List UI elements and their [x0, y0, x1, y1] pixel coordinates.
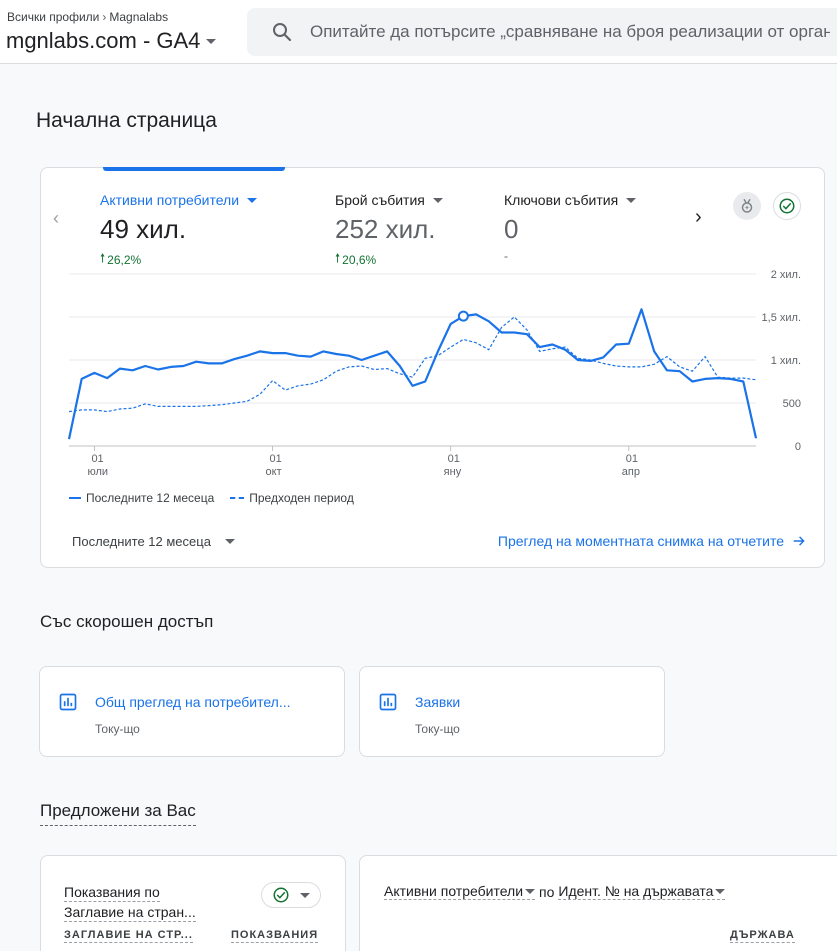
- suggested-card-countries: Активни потребители по Идент. № на държа…: [359, 855, 837, 951]
- caret-down-icon: [525, 888, 536, 894]
- suggested-section-title[interactable]: Предложени за Вас: [40, 801, 196, 826]
- breadcrumb[interactable]: Всички профили › Magnalabs: [7, 10, 168, 24]
- recent-item-time: Току-що: [415, 722, 460, 736]
- active-metric-indicator: [103, 167, 285, 171]
- x-tick-month: окт: [266, 466, 282, 478]
- search-input[interactable]: [310, 22, 830, 42]
- y-tick-label: 1 хил.: [771, 355, 801, 367]
- caret-down-icon: [206, 38, 217, 44]
- metric-dropdown[interactable]: Активни потребители: [384, 883, 536, 900]
- metric-change: -: [504, 249, 508, 263]
- insights-icon: [741, 198, 753, 213]
- date-range-select[interactable]: Последните 12 месеца: [72, 534, 235, 549]
- date-range-label: Последните 12 месеца: [72, 534, 211, 549]
- legend-previous: Предходен период: [230, 491, 354, 505]
- suggested-card-views: Показвания по Заглавие на стран... ЗАГЛА…: [40, 855, 346, 951]
- metric-label-text: Брой събития: [335, 192, 425, 208]
- x-tick-day: 01: [448, 453, 460, 465]
- x-tick-month: яну: [444, 466, 462, 478]
- metric-value: 252 хил.: [335, 214, 436, 244]
- series-line-current: [67, 308, 758, 440]
- search-bar[interactable]: [247, 8, 837, 56]
- legend-solid-swatch: [69, 497, 81, 499]
- dimension-dropdown[interactable]: Идент. № на държавата: [558, 883, 726, 900]
- breadcrumb-all-accounts[interactable]: Всички профили: [7, 10, 99, 24]
- report-icon: [59, 693, 77, 711]
- metric-change-text: 26,2%: [107, 252, 142, 267]
- metric-label-text: Ключови събития: [504, 192, 619, 208]
- y-tick-label: 1,5 хил.: [762, 312, 801, 324]
- metric-change-text: 20,6%: [342, 252, 377, 267]
- arrow-right-icon: [793, 536, 805, 546]
- metric-key-events[interactable]: Ключови събития 0 -: [504, 192, 637, 263]
- check-circle-icon: [273, 887, 289, 903]
- chevron-right-icon[interactable]: ›: [695, 206, 702, 229]
- caret-down-icon: [247, 197, 258, 203]
- y-tick-label: 500: [783, 398, 801, 410]
- metric-value: 0: [504, 214, 519, 244]
- chevron-left-icon[interactable]: ‹: [53, 208, 59, 229]
- card-title: Активни потребители по Идент. № на държа…: [384, 883, 726, 900]
- dimension-dropdown-label: Идент. № на държавата: [558, 883, 714, 899]
- column-header-country[interactable]: ДЪРЖАВА: [730, 928, 795, 943]
- x-tick-month: апр: [622, 466, 640, 478]
- legend-current-label: Последните 12 месеца: [86, 491, 215, 505]
- x-tick-day: 01: [270, 453, 282, 465]
- card-status-menu[interactable]: [261, 882, 321, 908]
- chevron-right-icon: ›: [102, 10, 107, 24]
- series-line-previous: [68, 316, 757, 413]
- caret-down-icon: [626, 197, 637, 203]
- reports-snapshot-link[interactable]: Преглед на моментната снимка на отчетите: [498, 533, 806, 549]
- recent-item-queries[interactable]: Заявки Току-що: [359, 666, 665, 757]
- y-tick-label: 0: [795, 441, 801, 453]
- reports-snapshot-label: Преглед на моментната снимка на отчетите: [497, 533, 784, 549]
- x-tick-month: юли: [87, 466, 108, 478]
- search-icon: [273, 23, 292, 42]
- card-title-connector: по: [539, 883, 555, 900]
- breadcrumb-account[interactable]: Magnalabs: [109, 10, 168, 24]
- data-status-button[interactable]: [773, 192, 801, 220]
- recent-item-user-overview[interactable]: Общ преглед на потребител... Току-що: [39, 666, 345, 757]
- report-icon: [379, 693, 397, 711]
- y-tick-label: 2 хил.: [771, 269, 801, 281]
- caret-down-icon: [224, 539, 235, 544]
- legend-current: Последните 12 месеца: [69, 491, 214, 505]
- caret-down-icon: [432, 197, 443, 203]
- metric-active-users[interactable]: Активни потребители 49 хил. 🠕 26,2%: [100, 192, 258, 270]
- card-title-line1[interactable]: Показвания по: [64, 883, 160, 902]
- property-name: mgnlabs.com - GA4: [6, 28, 201, 53]
- line-chart: 2 хил.1,5 хил.1 хил.500001юли01окт01яну0…: [67, 269, 801, 478]
- chart-legend: Последните 12 месеца Предходен период: [69, 491, 354, 505]
- metric-label[interactable]: Ключови събития: [504, 192, 637, 208]
- legend-dashed-swatch: [230, 497, 245, 499]
- caret-down-icon: [715, 888, 726, 894]
- recent-item-title: Заявки: [415, 694, 461, 710]
- top-app-bar: Всички профили › Magnalabs mgnlabs.com -…: [0, 0, 837, 64]
- metric-label[interactable]: Активни потребители: [100, 192, 258, 208]
- recent-section-title: Със скорошен достъп: [40, 612, 214, 631]
- caret-down-icon: [300, 892, 310, 898]
- metric-dropdown-label: Активни потребители: [384, 883, 524, 899]
- metric-event-count[interactable]: Брой събития 252 хил. 🠕 20,6%: [335, 192, 443, 270]
- overview-card: ‹ Активни потребители 49 хил. 🠕 26,2% Бро…: [40, 167, 825, 568]
- metric-label-text: Активни потребители: [100, 192, 240, 208]
- metric-label[interactable]: Брой събития: [335, 192, 443, 208]
- recent-item-time: Току-що: [95, 722, 140, 736]
- x-tick-day: 01: [91, 453, 103, 465]
- property-selector[interactable]: mgnlabs.com - GA4: [6, 28, 217, 54]
- column-header-page-title[interactable]: ЗАГЛАВИЕ НА СТР...: [64, 928, 193, 943]
- insights-button[interactable]: [733, 192, 761, 220]
- x-tick-day: 01: [626, 453, 638, 465]
- recent-item-title: Общ преглед на потребител...: [95, 694, 291, 710]
- metric-value: 49 хил.: [100, 214, 187, 244]
- page-title: Начална страница: [36, 109, 217, 132]
- legend-previous-label: Предходен период: [249, 491, 354, 505]
- column-header-views[interactable]: ПОКАЗВАНИЯ: [231, 928, 319, 943]
- card-title-line2[interactable]: Заглавие на стран...: [64, 903, 196, 922]
- highlight-point: [457, 310, 469, 322]
- check-circle-icon: [779, 198, 795, 214]
